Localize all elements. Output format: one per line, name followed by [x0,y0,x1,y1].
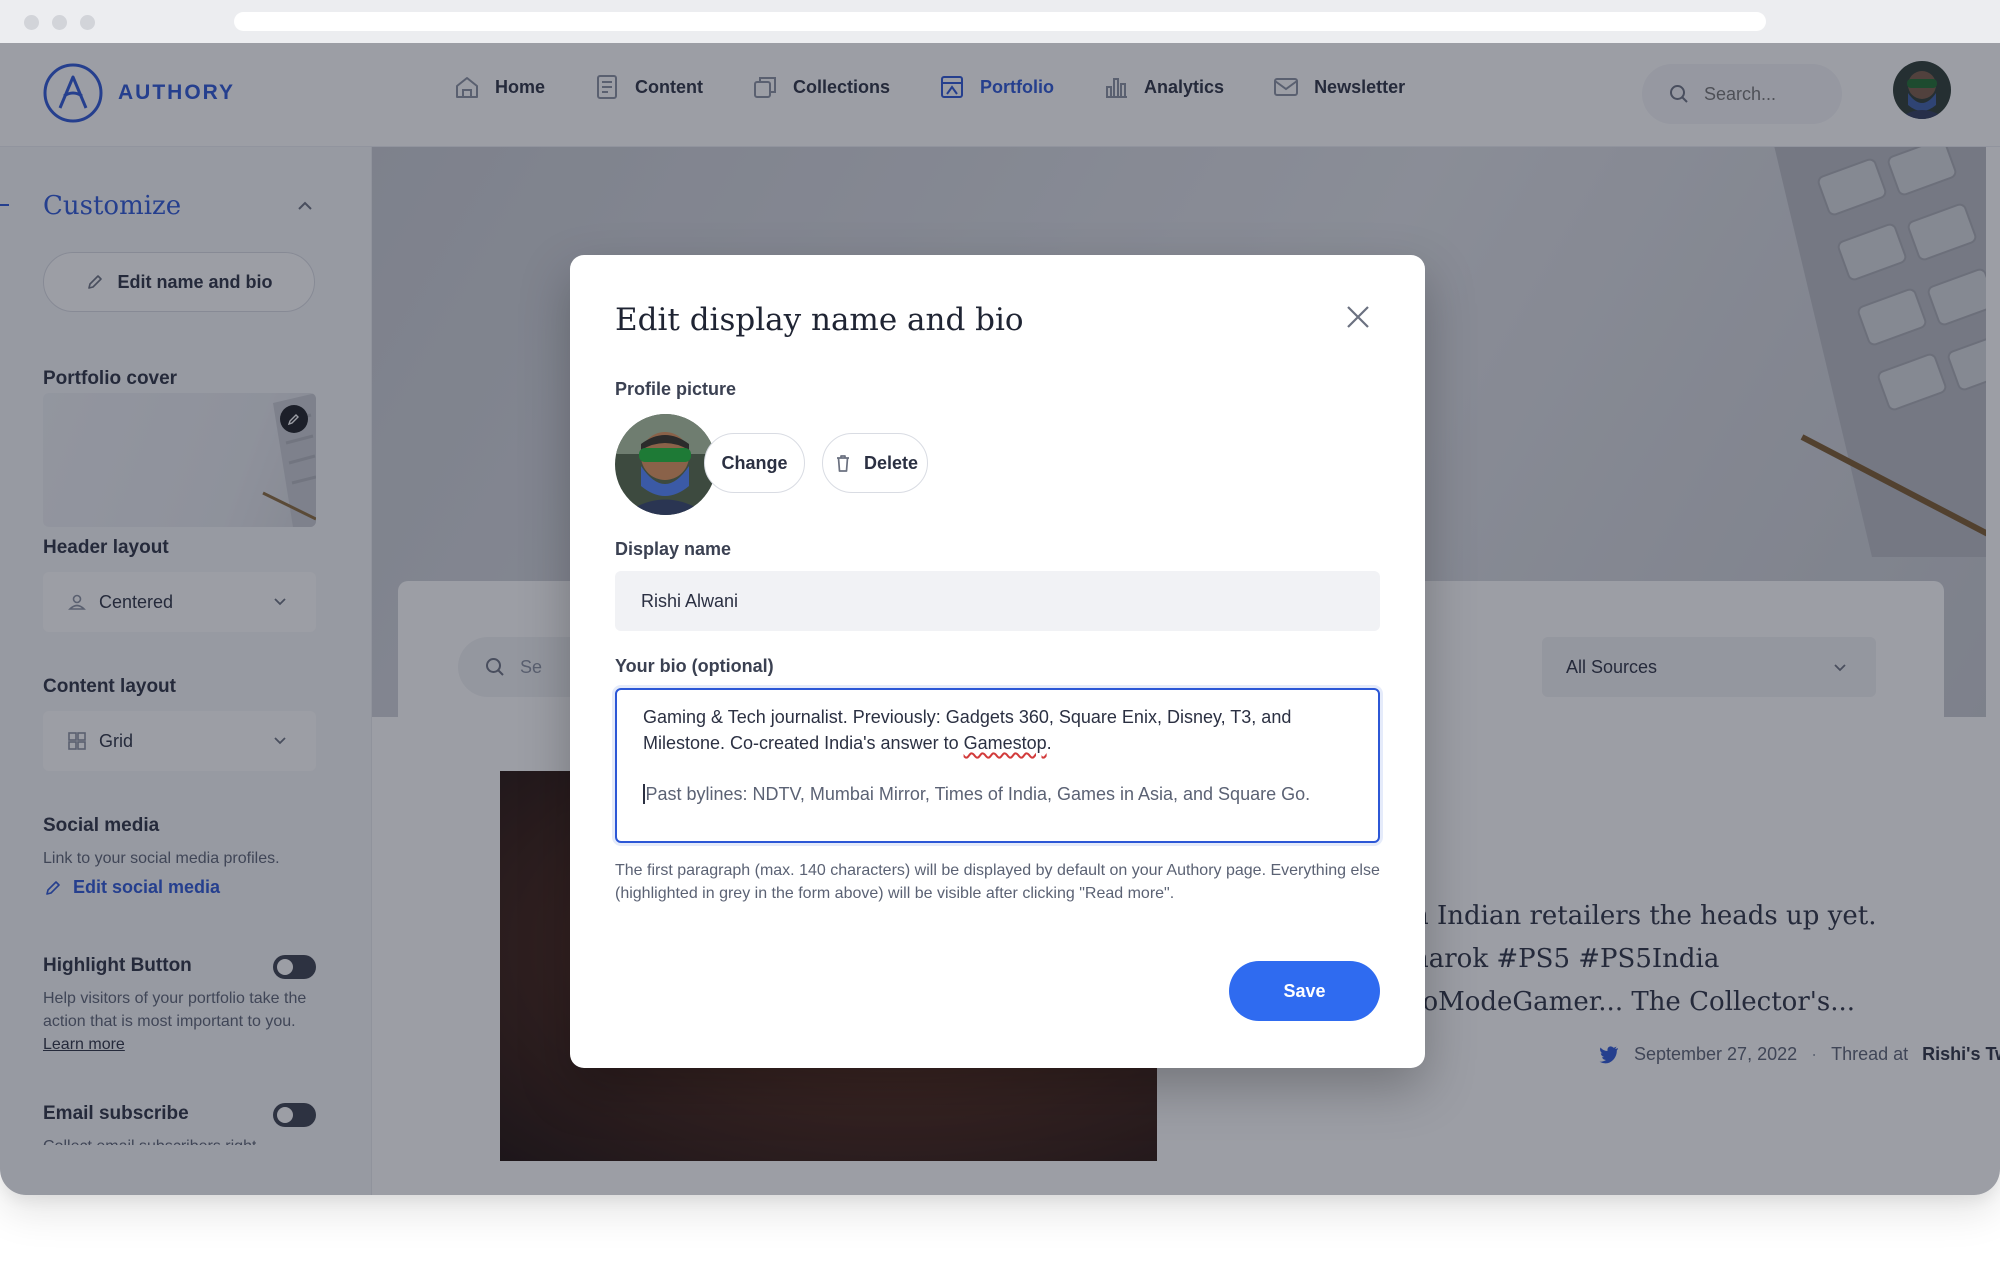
app-root: AUTHORY Home Content Collections Portfol… [0,43,2000,1195]
window-minimize-dot[interactable] [52,15,67,30]
trash-icon [836,455,849,472]
profile-picture-label: Profile picture [615,379,737,399]
browser-window: AUTHORY Home Content Collections Portfol… [0,0,2000,1195]
bio-paragraph-2: Past bylines: NDTV, Mumbai Mirror, Times… [643,781,1352,807]
save-button[interactable]: Save [1229,961,1380,1021]
browser-chrome [0,0,2000,43]
modal-title: Edit display name and bio [615,302,1024,338]
profile-photo-image [615,414,716,515]
window-maximize-dot[interactable] [80,15,95,30]
text-caret [643,784,645,804]
profile-picture [615,414,716,515]
delete-picture-button[interactable]: Delete [822,433,928,493]
bio-paragraph-2-text: Past bylines: NDTV, Mumbai Mirror, Times… [645,784,1311,804]
bio-textarea[interactable]: Gaming & Tech journalist. Previously: Ga… [615,688,1380,843]
bio-paragraph-1-end: . [1046,733,1052,753]
display-name-input[interactable] [615,571,1380,631]
delete-picture-label: Delete [863,452,919,473]
bio-hint: The first paragraph (max. 140 characters… [615,862,1380,902]
edit-name-bio-modal: Edit display name and bio Profile pictur… [570,255,1425,1068]
bio-label: Your bio (optional) [615,656,774,676]
bio-paragraph-1: Gaming & Tech journalist. Previously: Ga… [643,704,1352,756]
display-name-label: Display name [615,539,732,559]
change-picture-button[interactable]: Change [704,433,805,493]
close-icon[interactable] [1342,301,1374,333]
bio-paragraph-1-link: Gamestop [963,733,1047,753]
window-close-dot[interactable] [24,15,39,30]
address-bar[interactable] [234,12,1766,31]
